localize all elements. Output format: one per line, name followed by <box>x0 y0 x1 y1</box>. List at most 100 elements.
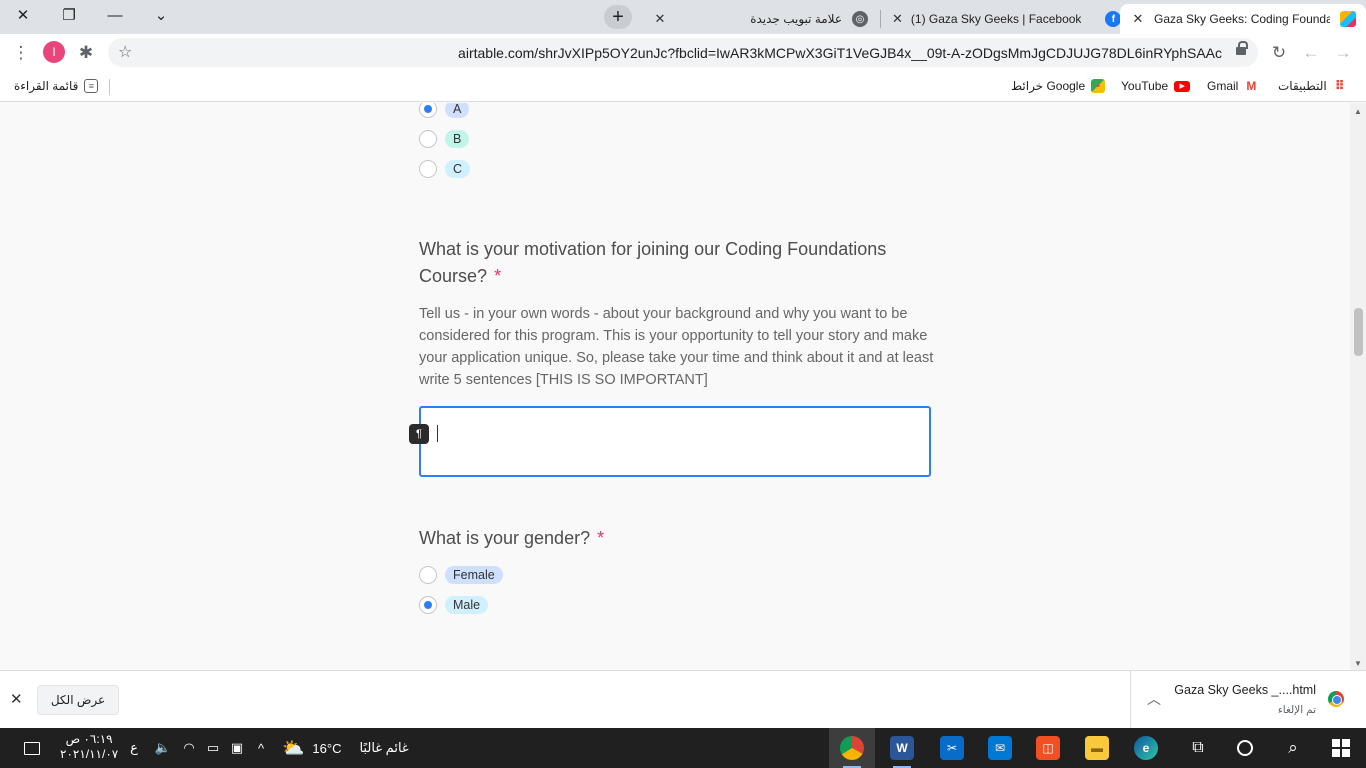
bookmark-label: التطبيقات <box>1278 79 1327 93</box>
weather-widget[interactable]: ⛅ 16°C غائم غالبًا <box>282 728 412 768</box>
option-a[interactable]: A <box>419 103 470 120</box>
reading-list-label: قائمة القراءة <box>14 79 79 93</box>
question-text: What is your motivation for joining our … <box>419 239 887 286</box>
bookmark-maps[interactable]: خرائط Google • <box>1011 77 1106 95</box>
cortana-icon[interactable] <box>1222 728 1268 768</box>
weather-temp: 16°C <box>312 740 342 756</box>
new-tab-button[interactable]: + <box>604 5 632 29</box>
folder-icon: ▬ <box>1085 736 1109 760</box>
form-page: A B C What is your motivation for joinin… <box>0 103 1366 670</box>
tab-strip: ✕ ❐ — ⌄ + ✕ علامة تبويب جديدة ◎ ✕ (1) Ga… <box>0 0 1366 34</box>
option-b[interactable]: B <box>419 128 470 150</box>
scroll-up-icon[interactable]: ▲ <box>1354 107 1362 116</box>
chevron-up-icon[interactable]: ︿ <box>1147 689 1161 709</box>
search-icon[interactable]: ⌕ <box>1270 728 1316 768</box>
profile-avatar[interactable]: I <box>43 41 65 63</box>
address-bar[interactable]: ☆ airtable.com/shrJvXIPp5OY2unJc?fbclid=… <box>108 38 1258 67</box>
bookmark-label: خرائط Google <box>1011 79 1086 93</box>
question-text: What is your gender? <box>419 528 591 548</box>
option-label: A <box>445 103 470 118</box>
radio-button[interactable] <box>419 160 437 178</box>
battery-icon[interactable]: ▭ <box>202 728 224 768</box>
option-female[interactable]: Female <box>419 564 503 586</box>
tab-title: (1) Gaza Sky Geeks | Facebook <box>910 12 1082 26</box>
radio-button[interactable] <box>419 130 437 148</box>
bookmark-separator <box>109 79 110 95</box>
download-file-name: Gaza Sky Geeks _....html <box>1174 683 1316 697</box>
option-label: C <box>445 160 471 178</box>
tab-airtable[interactable]: ✕ Gaza Sky Geeks: Coding Foundat <box>1120 4 1366 34</box>
wifi-icon[interactable]: ◠ <box>178 728 200 768</box>
taskbar-word[interactable]: W <box>879 728 925 768</box>
restore-window-icon[interactable]: ❐ <box>46 0 92 30</box>
show-all-button[interactable]: عرض الكل <box>37 685 119 715</box>
taskbar-screen-sketch[interactable]: ✂ <box>929 728 975 768</box>
radio-button[interactable] <box>419 596 437 614</box>
taskbar-edge[interactable]: e <box>1123 728 1169 768</box>
tab-new-tab[interactable]: ✕ علامة تبويب جديدة ◎ <box>642 4 878 34</box>
taskbar-store[interactable]: ◫ <box>1025 728 1071 768</box>
back-icon[interactable]: → <box>1332 42 1354 64</box>
option-label: B <box>445 130 470 148</box>
close-tab-icon[interactable]: ✕ <box>1130 11 1146 27</box>
menu-kebab-icon[interactable]: ⋮ <box>10 42 32 64</box>
text-caret <box>437 425 438 442</box>
clock-date: ٢٠٢١/١١/٠٧ <box>60 747 119 761</box>
bookmark-gmail[interactable]: Gmail M <box>1207 77 1258 95</box>
store-icon: ◫ <box>1036 736 1060 760</box>
url-text: airtable.com/shrJvXIPp5OY2unJc?fbclid=Iw… <box>458 45 1222 61</box>
chevron-up-icon[interactable]: ^ <box>250 728 272 768</box>
close-window-icon[interactable]: ✕ <box>0 0 46 30</box>
taskbar-chrome[interactable] <box>829 728 875 768</box>
close-tab-icon[interactable]: ✕ <box>892 11 903 27</box>
option-c[interactable]: C <box>419 158 471 180</box>
bookmark-star-icon[interactable]: ☆ <box>118 42 132 62</box>
download-item[interactable]: ︿ Gaza Sky Geeks _....html تم الإلغاء <box>1130 671 1366 728</box>
browser-toolbar: ⋮ I ✱ ☆ airtable.com/shrJvXIPp5OY2unJc?f… <box>0 34 1366 71</box>
clock[interactable]: ٠٦:١٩ ص ٢٠٢١/١١/٠٧ <box>60 732 118 762</box>
taskbar-mail[interactable]: ✉ <box>977 728 1023 768</box>
chrome-icon: ◎ <box>852 11 868 27</box>
option-male[interactable]: Male <box>419 594 489 616</box>
page-scrollbar[interactable]: ▲ ▼ <box>1350 103 1366 670</box>
reload-icon[interactable]: ↻ <box>1268 42 1290 64</box>
close-tab-icon[interactable]: ✕ <box>652 11 668 27</box>
volume-icon[interactable]: 🔈 <box>152 728 174 768</box>
cloud-sun-icon: ⛅ <box>282 737 305 758</box>
lock-icon[interactable] <box>1236 41 1248 58</box>
tab-search-icon[interactable]: ⌄ <box>138 0 184 30</box>
close-download-bar-icon[interactable]: ✕ <box>10 690 23 708</box>
motivation-textarea[interactable] <box>419 406 931 477</box>
tab-facebook[interactable]: ✕ (1) Gaza Sky Geeks | Facebook f <box>882 4 1122 34</box>
taskbar-explorer[interactable]: ▬ <box>1074 728 1120 768</box>
forward-icon[interactable]: ← <box>1300 42 1322 64</box>
minimize-window-icon[interactable]: — <box>92 0 138 30</box>
bookmark-label: Gmail <box>1207 79 1239 93</box>
notifications-icon[interactable] <box>14 728 50 768</box>
bookmark-apps[interactable]: التطبيقات ⠿ <box>1278 77 1347 95</box>
extensions-icon[interactable]: ✱ <box>75 42 97 64</box>
tab-title: Gaza Sky Geeks: Coding Foundat <box>1154 12 1330 26</box>
task-view-glyph: ⧉ <box>1192 739 1204 756</box>
motivation-description: Tell us - in your own words - about your… <box>419 306 934 388</box>
reading-list[interactable]: قائمة القراءة ≡ <box>14 77 99 95</box>
taskbar: ٠٦:١٩ ص ٢٠٢١/١١/٠٧ ع 🔈 ◠ ▭ ▣ ^ ⛅ 16°C غا… <box>0 728 1366 768</box>
meet-now-icon[interactable]: ▣ <box>226 728 248 768</box>
task-view-icon[interactable]: ⧉ <box>1175 728 1221 768</box>
input-language[interactable]: ع <box>126 728 142 768</box>
reading-list-icon: ≡ <box>84 79 99 93</box>
windows-logo-icon <box>1332 739 1350 757</box>
scroll-down-icon[interactable]: ▼ <box>1354 659 1362 668</box>
scroll-thumb[interactable] <box>1354 308 1363 356</box>
radio-button[interactable] <box>419 103 437 118</box>
cortana-circle <box>1237 740 1253 756</box>
paragraph-icon[interactable]: ¶ <box>409 424 429 444</box>
start-button[interactable] <box>1318 728 1364 768</box>
bookmark-youtube[interactable]: YouTube ▶ <box>1121 77 1191 95</box>
maps-icon: • <box>1091 79 1106 93</box>
tab-separator <box>880 10 881 28</box>
clock-time: ٠٦:١٩ ص <box>65 732 113 746</box>
radio-button[interactable] <box>419 566 437 584</box>
option-label: Male <box>445 596 489 614</box>
apps-grid-icon: ⠿ <box>1334 78 1345 93</box>
